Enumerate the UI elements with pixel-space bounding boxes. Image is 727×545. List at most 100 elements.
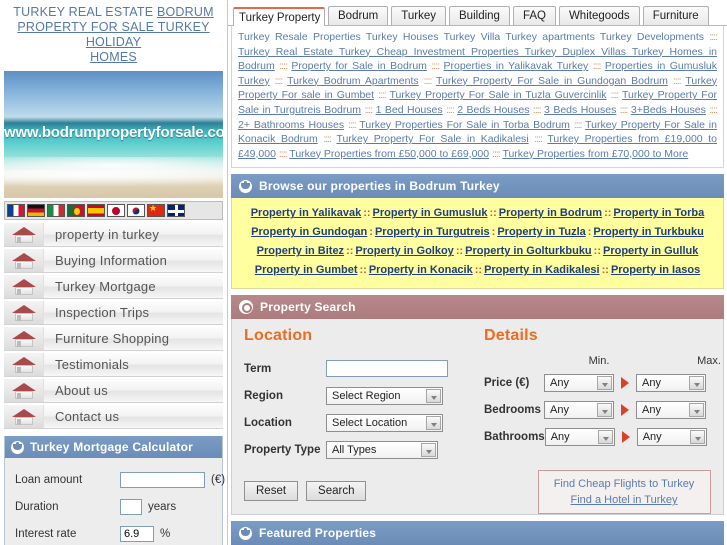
site-title-link-line2[interactable]: PROPERTY FOR SALE TURKEY HOLIDAY bbox=[17, 20, 209, 49]
sidebar-item-turkey-mortgage[interactable]: Turkey Mortgage bbox=[4, 274, 223, 299]
browse-link[interactable]: Property in Tuzla bbox=[497, 226, 585, 238]
linkcloud-link[interactable]: Turkey Property For Sale in Kadikalesi bbox=[336, 133, 528, 145]
browse-link[interactable]: Property in Gumbet bbox=[255, 264, 358, 276]
linkcloud-separator: :::: bbox=[672, 74, 682, 87]
browse-link[interactable]: Property in Gulluk bbox=[603, 245, 698, 257]
browse-link[interactable]: Property in Turgutreis bbox=[375, 226, 490, 238]
browse-link[interactable]: Property in Turkbuku bbox=[593, 226, 703, 238]
site-title-link-bodrum[interactable]: BODRUM bbox=[157, 5, 214, 19]
price-max-select[interactable]: Any bbox=[636, 373, 706, 392]
interest-rate-input[interactable] bbox=[120, 525, 154, 542]
browse-link[interactable]: Property in Kadikalesi bbox=[484, 264, 600, 276]
browse-link[interactable]: Property in Bitez bbox=[257, 245, 344, 257]
tab-faq[interactable]: FAQ bbox=[512, 6, 556, 25]
location-select[interactable]: Select Location bbox=[326, 413, 443, 432]
sidebar-item-furniture-shopping[interactable]: Furniture Shopping bbox=[4, 326, 223, 351]
linkcloud-link[interactable]: Properties in Yalikavak Turkey bbox=[443, 60, 588, 72]
linkcloud-link[interactable]: Turkey Properties from £70,000 to More bbox=[502, 148, 688, 160]
featured-properties-title: Featured Properties bbox=[259, 526, 377, 541]
linkcloud-link[interactable]: 1 Bed Houses bbox=[376, 104, 443, 116]
browse-link[interactable]: Property in Gundogan bbox=[251, 226, 367, 238]
browse-separator: :: bbox=[489, 207, 497, 220]
property-type-select[interactable]: All Types bbox=[326, 440, 438, 459]
tab-whitegoods[interactable]: Whitegoods bbox=[558, 6, 640, 25]
sidebar-item-testimonials[interactable]: Testimonials bbox=[4, 352, 223, 377]
chevron-down-icon[interactable] bbox=[426, 388, 441, 403]
flag-france-icon[interactable] bbox=[7, 204, 25, 217]
tab-turkey-property[interactable]: Turkey Property bbox=[233, 7, 325, 26]
chevron-down-icon[interactable] bbox=[597, 375, 612, 390]
flag-china-icon[interactable] bbox=[147, 204, 165, 217]
find-flights-link[interactable]: Find Cheap Flights to Turkey bbox=[543, 476, 706, 492]
linkcloud-link[interactable]: 3+Beds Houses bbox=[631, 104, 706, 116]
site-title-link-line3[interactable]: HOMES bbox=[90, 50, 137, 64]
chevron-down-icon[interactable] bbox=[689, 429, 705, 444]
linkcloud-link[interactable]: Turkey Properties from £50,000 to £69,00… bbox=[289, 148, 489, 160]
flag-italy-icon[interactable] bbox=[47, 204, 65, 217]
bedrooms-max-select[interactable]: Any bbox=[636, 400, 706, 419]
range-arrow-icon bbox=[621, 403, 629, 416]
flag-united-kingdom-icon[interactable] bbox=[167, 204, 185, 217]
tab-building[interactable]: Building bbox=[449, 6, 510, 25]
browse-link[interactable]: Property in Iasos bbox=[611, 264, 700, 276]
chevron-down-icon[interactable] bbox=[421, 442, 436, 457]
chevron-down-icon[interactable] bbox=[689, 375, 704, 390]
browse-row: Property in Yalikavak:: Property in Gumus… bbox=[240, 204, 715, 223]
bathrooms-max-select[interactable]: Any bbox=[636, 427, 707, 446]
browse-link[interactable]: Property in Golturkbuku bbox=[465, 245, 592, 257]
linkcloud-link[interactable]: 2 Beds Houses bbox=[457, 104, 529, 116]
region-row: Region Select Region bbox=[244, 382, 480, 409]
mortgage-calculator-header: Turkey Mortgage Calculator bbox=[5, 436, 222, 458]
flag-portugal-icon[interactable] bbox=[67, 204, 85, 217]
browse-link[interactable]: Property in Bodrum bbox=[499, 207, 602, 219]
linkcloud-link[interactable]: Turkey Property For Sale in Tuzla Guverc… bbox=[389, 89, 606, 101]
search-button[interactable]: Search bbox=[306, 481, 367, 502]
reset-button[interactable]: Reset bbox=[244, 481, 299, 502]
price-min-select[interactable]: Any bbox=[544, 373, 614, 392]
linkcloud-link[interactable]: 3 Beds Houses bbox=[544, 104, 616, 116]
sidebar-item-inspection-trips[interactable]: Inspection Trips bbox=[4, 300, 223, 325]
browse-link[interactable]: Property in Yalikavak bbox=[251, 207, 361, 219]
location-label: Location bbox=[244, 416, 292, 429]
sidebar-item-buying-information[interactable]: Buying Information bbox=[4, 248, 223, 273]
sidebar-item-contact-us[interactable]: Contact us bbox=[4, 404, 223, 429]
featured-properties-header: Featured Properties bbox=[231, 521, 724, 545]
browse-properties-title: Browse our properties in Bodrum Turkey bbox=[259, 179, 500, 194]
linkcloud-link[interactable]: Turkey Property For Sale in Gundogan Bod… bbox=[436, 75, 668, 87]
chevron-down-icon[interactable] bbox=[426, 415, 441, 430]
flag-japan-icon[interactable] bbox=[107, 204, 125, 217]
term-input[interactable] bbox=[326, 360, 448, 378]
browse-link[interactable]: Property in Gumusluk bbox=[373, 207, 488, 219]
flag-germany-icon[interactable] bbox=[27, 204, 45, 217]
loan-amount-input[interactable] bbox=[120, 471, 205, 488]
linkcloud-link[interactable]: Property for Sale in Bodrum bbox=[291, 60, 427, 72]
chevron-down-icon[interactable] bbox=[597, 429, 613, 444]
browse-separator: :: bbox=[455, 245, 464, 258]
sidebar-item-about-us[interactable]: About us bbox=[4, 378, 223, 403]
basket-badge-icon bbox=[239, 179, 252, 193]
flag-spain-icon[interactable] bbox=[87, 204, 105, 217]
browse-link[interactable]: Property in Torba bbox=[613, 207, 704, 219]
travel-promo-box: Find Cheap Flights to Turkey Find a Hote… bbox=[537, 470, 711, 515]
region-select[interactable]: Select Region bbox=[326, 386, 443, 405]
linkcloud-link[interactable]: 2+ Bathrooms Houses bbox=[238, 119, 344, 131]
browse-separator: :: bbox=[474, 264, 483, 277]
find-hotel-link[interactable]: Find a Hotel in Turkey bbox=[543, 492, 706, 508]
linkcloud-link[interactable]: Turkey Properties For Sale in Torba Bodr… bbox=[359, 119, 570, 131]
tab-bodrum[interactable]: Bodrum bbox=[328, 6, 389, 25]
browse-link[interactable]: Property in Konacik bbox=[369, 264, 473, 276]
tab-furniture[interactable]: Furniture bbox=[642, 6, 709, 25]
flag-south-korea-icon[interactable] bbox=[127, 204, 145, 217]
chevron-down-icon[interactable] bbox=[689, 402, 704, 417]
duration-input[interactable] bbox=[120, 498, 142, 515]
browse-separator: :: bbox=[346, 245, 354, 258]
banner-website-url: www.bodrumpropertyforsale.co.uk bbox=[4, 124, 223, 141]
linkcloud-link[interactable]: Turkey Bodrum Apartments bbox=[287, 75, 419, 87]
bathrooms-min-select[interactable]: Any bbox=[544, 427, 615, 446]
browse-link[interactable]: Property in Golkoy bbox=[355, 245, 453, 257]
chevron-down-icon[interactable] bbox=[597, 402, 612, 417]
sidebar-item-property-in-turkey[interactable]: property in turkey bbox=[4, 222, 223, 247]
tab-turkey[interactable]: Turkey bbox=[391, 6, 447, 25]
bedrooms-min-select[interactable]: Any bbox=[544, 400, 614, 419]
location-select-value: Select Location bbox=[332, 416, 408, 429]
